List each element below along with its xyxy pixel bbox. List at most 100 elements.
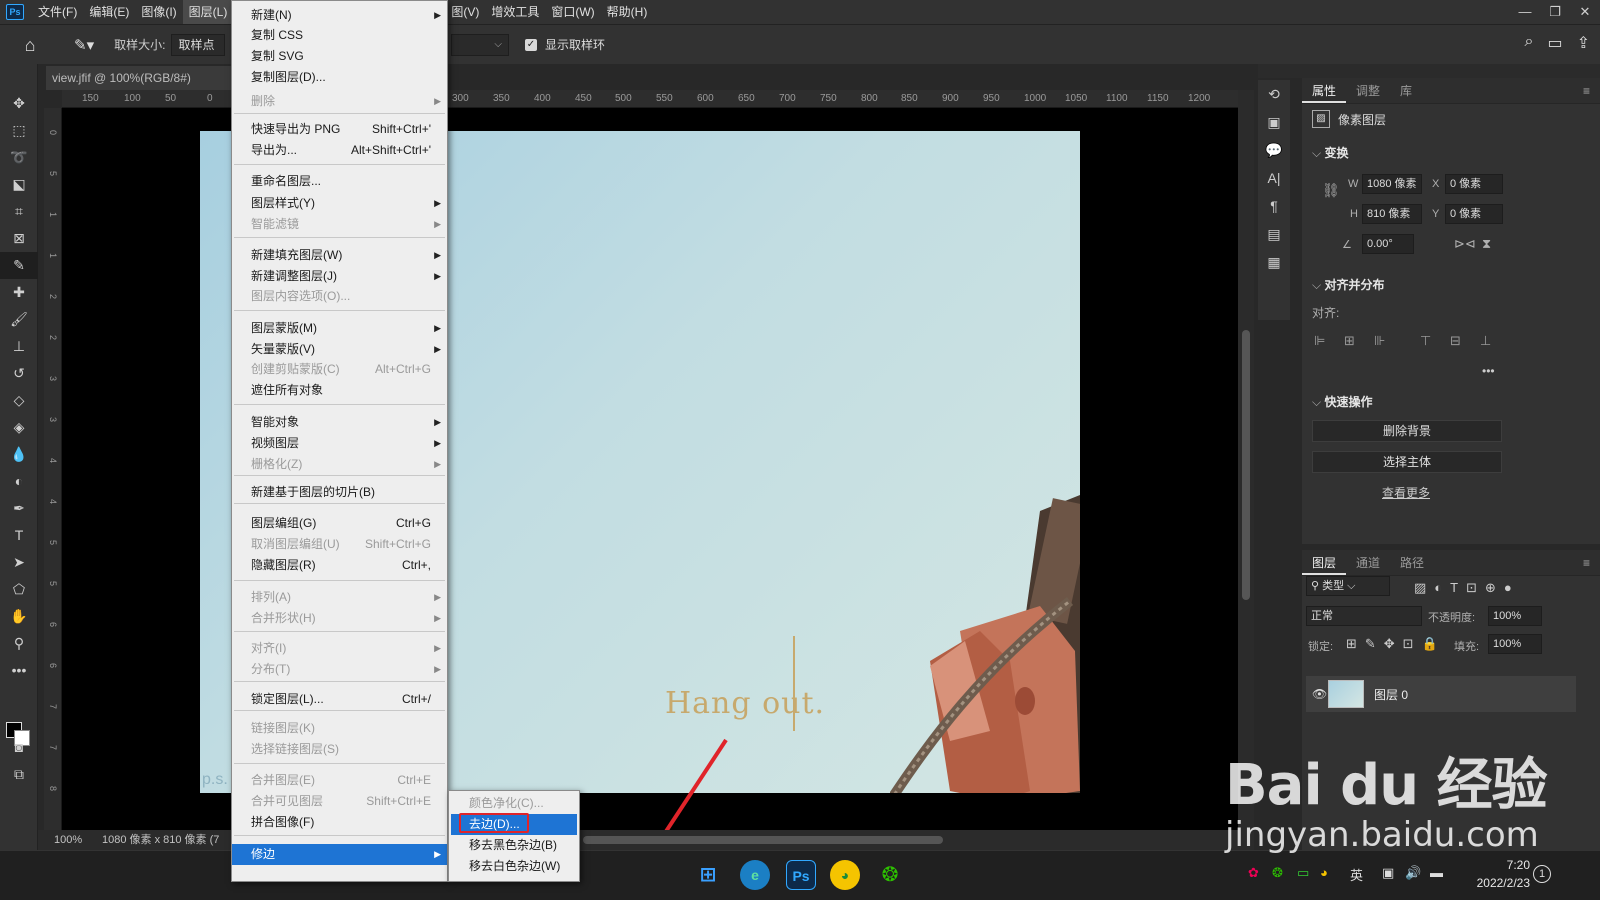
search-icon[interactable]: ⌕: [1525, 33, 1534, 53]
tray-wechat-icon[interactable]: ❂: [1272, 865, 1283, 881]
opacity-field[interactable]: 100%: [1488, 606, 1542, 626]
menu-item-lock-layers[interactable]: 锁定图层(L)... Ctrl+/: [232, 689, 447, 710]
tray-app-icon[interactable]: ✿: [1248, 865, 1259, 881]
layer-filter-icons[interactable]: ▨◐T⊡⊕●: [1414, 580, 1520, 596]
panel-menu-icon[interactable]: ≡: [1573, 78, 1600, 103]
menu-item-flatten-image[interactable]: 拼合图像(F): [232, 812, 447, 833]
home-icon[interactable]: ⌂: [18, 33, 42, 57]
angle-field[interactable]: 0.00°: [1362, 234, 1414, 254]
history-brush-icon[interactable]: ↺: [0, 360, 38, 387]
paragraph-panel-icon[interactable]: ¶: [1258, 192, 1290, 220]
close-window-button[interactable]: ✕: [1570, 0, 1600, 24]
screen-mode-icon[interactable]: ⧉: [0, 761, 38, 788]
layer-row[interactable]: 👁 图层 0: [1306, 676, 1576, 712]
menu-view[interactable]: 图(V): [445, 0, 485, 24]
document-size-info[interactable]: 1080 像素 x 810 像素 (7: [102, 830, 232, 850]
x-field[interactable]: 0 像素: [1445, 174, 1503, 194]
menu-item-layer-style[interactable]: 图层样式(Y) ▶: [232, 193, 447, 214]
menu-item-new-adjustment-layer[interactable]: 新建调整图层(J) ▶: [232, 266, 447, 287]
layers-menu-icon[interactable]: ≡: [1573, 550, 1600, 575]
menu-item-smart-objects[interactable]: 智能对象 ▶: [232, 412, 447, 433]
tray-app2-icon[interactable]: ◕: [1320, 865, 1328, 880]
show-ring-checkbox[interactable]: ✓: [525, 39, 537, 51]
minimize-button[interactable]: —: [1510, 0, 1540, 24]
menu-item-align[interactable]: 对齐(I) ▶: [232, 638, 447, 659]
lock-options-icons[interactable]: ⊞✎✥⊡🔒: [1346, 636, 1446, 652]
horizontal-scrollbar[interactable]: [583, 836, 943, 844]
layer-name[interactable]: 图层 0: [1374, 686, 1408, 703]
menu-edit[interactable]: 编辑(E): [83, 0, 135, 24]
zoom-tool-icon[interactable]: ⚲: [0, 630, 38, 657]
menu-item-group-layers[interactable]: 图层编组(G) Ctrl+G: [232, 513, 447, 534]
menu-item-new[interactable]: 新建(N) ▶: [232, 5, 447, 26]
character-panel-icon[interactable]: A|: [1258, 164, 1290, 192]
notes-panel-icon[interactable]: ▦: [1258, 248, 1290, 276]
move-tool-icon[interactable]: ✥: [0, 90, 38, 117]
align-right-icon[interactable]: ⊪: [1374, 333, 1385, 349]
eyedropper-tool-icon[interactable]: ✎▾: [74, 36, 94, 54]
menu-item-select-linked-layers[interactable]: 选择链接图层(S): [232, 739, 447, 760]
menu-item-distribute[interactable]: 分布(T) ▶: [232, 659, 447, 680]
align-left-icon[interactable]: ⊫: [1314, 333, 1325, 349]
tab-paths[interactable]: 路径: [1390, 550, 1434, 575]
history-panel-icon[interactable]: ⟲: [1258, 80, 1290, 108]
libraries-panel-icon[interactable]: ▤: [1258, 220, 1290, 248]
volume-icon[interactable]: 🔊: [1405, 865, 1421, 881]
menu-item-link-layers[interactable]: 链接图层(K): [232, 718, 447, 739]
tab-channels[interactable]: 通道: [1346, 550, 1390, 575]
wechat-icon[interactable]: ❂: [875, 860, 905, 890]
layer-filter-select[interactable]: ⚲ 类型 ⌵: [1306, 576, 1390, 596]
panel-collapse-bar[interactable]: [1258, 64, 1600, 78]
object-select-tool-icon[interactable]: ⬕: [0, 171, 38, 198]
menu-item-matting[interactable]: 修边 ▶: [232, 844, 447, 865]
menu-item-quick-export-png[interactable]: 快速导出为 PNG Shift+Ctrl+': [232, 119, 447, 140]
pen-tool-icon[interactable]: ✒: [0, 495, 38, 522]
menu-item-hide-layers[interactable]: 隐藏图层(R) Ctrl+,: [232, 555, 447, 576]
flip-horizontal-icon[interactable]: ⊳⊲: [1454, 236, 1476, 252]
path-select-icon[interactable]: ➤: [0, 549, 38, 576]
menu-help[interactable]: 帮助(H): [601, 0, 654, 24]
menu-item-remove-white-matte[interactable]: 移去白色杂边(W): [451, 856, 577, 877]
flip-vertical-icon[interactable]: ⧗: [1482, 236, 1491, 252]
frame-tool-icon[interactable]: ⊠: [0, 225, 38, 252]
menu-item-rename-layer[interactable]: 重命名图层...: [232, 171, 447, 192]
crop-tool-icon[interactable]: ⌗: [0, 198, 38, 225]
fill-field[interactable]: 100%: [1488, 634, 1542, 654]
lasso-tool-icon[interactable]: ➰: [0, 144, 38, 171]
menu-layer[interactable]: 图层(L): [182, 0, 234, 24]
type-tool-icon[interactable]: T: [0, 522, 38, 549]
tray-battery-icon[interactable]: ▭: [1297, 865, 1309, 881]
sample-size-select[interactable]: 取样点: [171, 33, 226, 56]
scroll-thumb[interactable]: [1242, 330, 1250, 600]
menu-item-combine-shapes[interactable]: 合并形状(H) ▶: [232, 608, 447, 629]
start-menu-icon[interactable]: ⊞: [693, 860, 723, 890]
menu-item-mask-all-objects[interactable]: 遮住所有对象: [232, 380, 447, 401]
notification-badge[interactable]: 1: [1533, 865, 1551, 883]
sample-layers-select[interactable]: ⌵: [451, 34, 509, 56]
paint-bucket-icon[interactable]: ◈: [0, 414, 38, 441]
menu-item-vector-mask[interactable]: 矢量蒙版(V) ▶: [232, 339, 447, 360]
system-clock[interactable]: 7:20 2022/2/23: [1477, 856, 1530, 892]
more-tools-icon[interactable]: •••: [0, 657, 38, 684]
menu-item-ungroup-layers[interactable]: 取消图层编组(U) Shift+Ctrl+G: [232, 534, 447, 555]
align-bottom-icon[interactable]: ⊥: [1480, 333, 1491, 349]
eraser-tool-icon[interactable]: ◇: [0, 387, 38, 414]
menu-image[interactable]: 图像(I): [135, 0, 182, 24]
quick-mask-icon[interactable]: ◙: [0, 734, 38, 761]
visibility-eye-icon[interactable]: 👁: [1312, 687, 1327, 701]
menu-item-layer-mask[interactable]: 图层蒙版(M) ▶: [232, 318, 447, 339]
workspace-icon[interactable]: ▭: [1547, 33, 1562, 53]
menu-item-remove-black-matte[interactable]: 移去黑色杂边(B): [451, 835, 577, 856]
network-icon[interactable]: ▣: [1382, 865, 1394, 881]
share-icon[interactable]: ⇪: [1577, 33, 1590, 53]
menu-item-new-fill-layer[interactable]: 新建填充图层(W) ▶: [232, 245, 447, 266]
remove-background-button[interactable]: 删除背景: [1312, 420, 1502, 442]
menu-item-merge-layers[interactable]: 合并图层(E) Ctrl+E: [232, 770, 447, 791]
tab-properties[interactable]: 属性: [1302, 78, 1347, 103]
menu-item-new-layer-based-slice[interactable]: 新建基于图层的切片(B): [232, 482, 447, 503]
menu-item-delete[interactable]: 删除 ▶: [232, 91, 447, 112]
zoom-level[interactable]: 100%: [54, 830, 82, 850]
menu-item-rasterize[interactable]: 栅格化(Z) ▶: [232, 454, 447, 475]
comments-panel-icon[interactable]: 💬: [1258, 136, 1290, 164]
menu-item-duplicate-layer[interactable]: 复制图层(D)...: [232, 67, 447, 88]
